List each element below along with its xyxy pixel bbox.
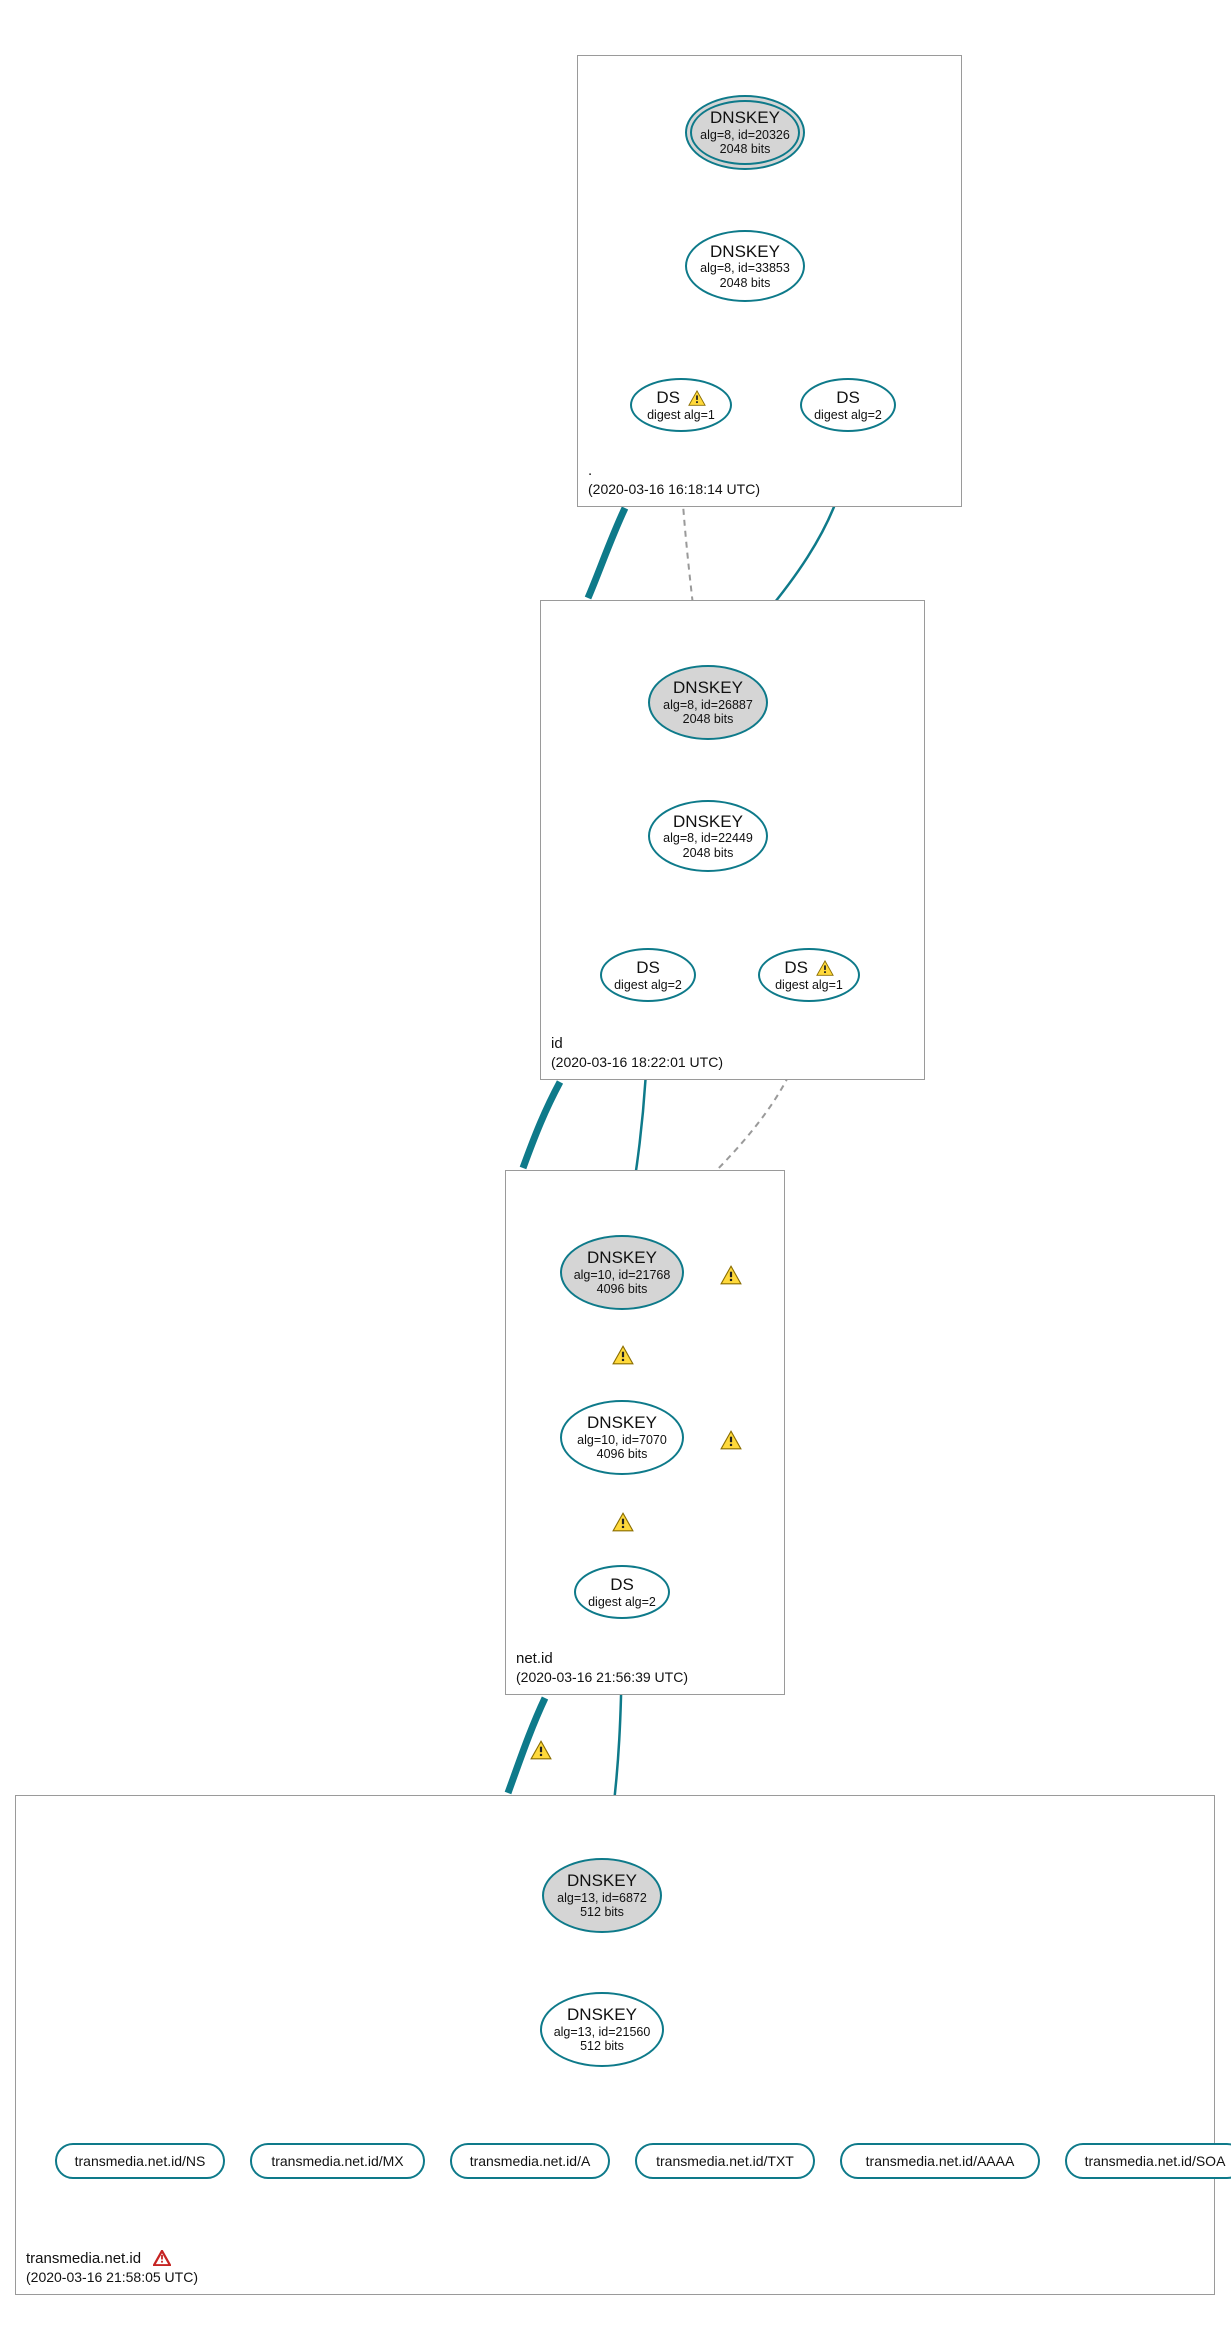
warning-icon xyxy=(688,390,706,406)
record-ns: transmedia.net.id/NS xyxy=(55,2143,225,2179)
node-meta2: 2048 bits xyxy=(683,846,734,860)
node-meta1: alg=8, id=33853 xyxy=(700,261,790,275)
record-label: transmedia.net.id/SOA xyxy=(1085,2153,1226,2169)
node-netid-ds: DS digest alg=2 xyxy=(574,1565,670,1619)
node-meta1: alg=13, id=21560 xyxy=(554,2025,651,2039)
zone-netid-label: net.id (2020-03-16 21:56:39 UTC) xyxy=(516,1650,688,1686)
node-meta1: alg=10, id=7070 xyxy=(577,1433,667,1447)
node-title: DNSKEY xyxy=(673,812,743,832)
node-meta2: 2048 bits xyxy=(720,142,771,156)
warning-icon xyxy=(530,1740,552,1760)
zone-name: id xyxy=(551,1035,723,1054)
warning-icon xyxy=(816,960,834,976)
node-title: DS xyxy=(836,388,860,408)
node-meta2: 4096 bits xyxy=(597,1282,648,1296)
node-title: DS xyxy=(784,958,808,977)
node-id-ds2: DS digest alg=2 xyxy=(600,948,696,1002)
record-aaaa: transmedia.net.id/AAAA xyxy=(840,2143,1040,2179)
node-meta1: alg=10, id=21768 xyxy=(574,1268,671,1282)
node-meta1: alg=8, id=20326 xyxy=(700,128,790,142)
node-meta2: 512 bits xyxy=(580,1905,624,1919)
record-a: transmedia.net.id/A xyxy=(450,2143,610,2179)
record-label: transmedia.net.id/AAAA xyxy=(866,2153,1015,2169)
node-title: DNSKEY xyxy=(587,1413,657,1433)
zone-name: . xyxy=(588,462,760,481)
record-label: transmedia.net.id/TXT xyxy=(656,2153,794,2169)
zone-name: net.id xyxy=(516,1650,688,1669)
node-meta2: 512 bits xyxy=(580,2039,624,2053)
zone-timestamp: (2020-03-16 16:18:14 UTC) xyxy=(588,481,760,499)
node-title: DS xyxy=(636,958,660,978)
zone-timestamp: (2020-03-16 21:58:05 UTC) xyxy=(26,2269,198,2287)
zone-root-label: . (2020-03-16 16:18:14 UTC) xyxy=(588,462,760,498)
node-id-ksk: DNSKEY alg=8, id=26887 2048 bits xyxy=(648,665,768,740)
node-trans-ksk: DNSKEY alg=13, id=6872 512 bits xyxy=(542,1858,662,1933)
node-trans-zsk: DNSKEY alg=13, id=21560 512 bits xyxy=(540,1992,664,2067)
node-title: DNSKEY xyxy=(567,2005,637,2025)
node-title: DS xyxy=(610,1575,634,1595)
record-txt: transmedia.net.id/TXT xyxy=(635,2143,815,2179)
node-netid-ksk: DNSKEY alg=10, id=21768 4096 bits xyxy=(560,1235,684,1310)
node-meta1: digest alg=2 xyxy=(814,408,882,422)
record-soa: transmedia.net.id/SOA xyxy=(1065,2143,1231,2179)
zone-id-label: id (2020-03-16 18:22:01 UTC) xyxy=(551,1035,723,1071)
node-id-ds1: DS digest alg=1 xyxy=(758,948,860,1002)
node-meta2: 2048 bits xyxy=(683,712,734,726)
zone-timestamp: (2020-03-16 18:22:01 UTC) xyxy=(551,1054,723,1072)
node-title: DNSKEY xyxy=(710,108,780,128)
node-meta1: digest alg=1 xyxy=(775,978,843,992)
record-label: transmedia.net.id/MX xyxy=(271,2153,403,2169)
node-title: DNSKEY xyxy=(710,242,780,262)
node-meta2: 4096 bits xyxy=(597,1447,648,1461)
error-icon xyxy=(153,2250,171,2266)
node-root-ksk: DNSKEY alg=8, id=20326 2048 bits xyxy=(685,95,805,170)
record-mx: transmedia.net.id/MX xyxy=(250,2143,425,2179)
record-label: transmedia.net.id/NS xyxy=(75,2153,206,2169)
zone-name: transmedia.net.id xyxy=(26,2250,141,2267)
node-meta1: digest alg=1 xyxy=(647,408,715,422)
node-meta1: alg=8, id=22449 xyxy=(663,831,753,845)
node-root-ds1: DS digest alg=1 xyxy=(630,378,732,432)
node-root-zsk: DNSKEY alg=8, id=33853 2048 bits xyxy=(685,230,805,302)
zone-timestamp: (2020-03-16 21:56:39 UTC) xyxy=(516,1669,688,1687)
node-title: DNSKEY xyxy=(587,1248,657,1268)
node-meta1: digest alg=2 xyxy=(614,978,682,992)
dnssec-graph: . (2020-03-16 16:18:14 UTC) DNSKEY alg=8… xyxy=(0,0,1231,2335)
node-meta1: alg=13, id=6872 xyxy=(557,1891,647,1905)
node-meta2: 2048 bits xyxy=(720,276,771,290)
node-id-zsk: DNSKEY alg=8, id=22449 2048 bits xyxy=(648,800,768,872)
record-label: transmedia.net.id/A xyxy=(470,2153,591,2169)
node-root-ds2: DS digest alg=2 xyxy=(800,378,896,432)
node-title: DS xyxy=(656,388,680,407)
node-netid-zsk: DNSKEY alg=10, id=7070 4096 bits xyxy=(560,1400,684,1475)
node-meta1: alg=8, id=26887 xyxy=(663,698,753,712)
node-title: DNSKEY xyxy=(673,678,743,698)
node-meta1: digest alg=2 xyxy=(588,1595,656,1609)
node-title: DNSKEY xyxy=(567,1871,637,1891)
zone-transmedia-label: transmedia.net.id (2020-03-16 21:58:05 U… xyxy=(26,2250,198,2286)
